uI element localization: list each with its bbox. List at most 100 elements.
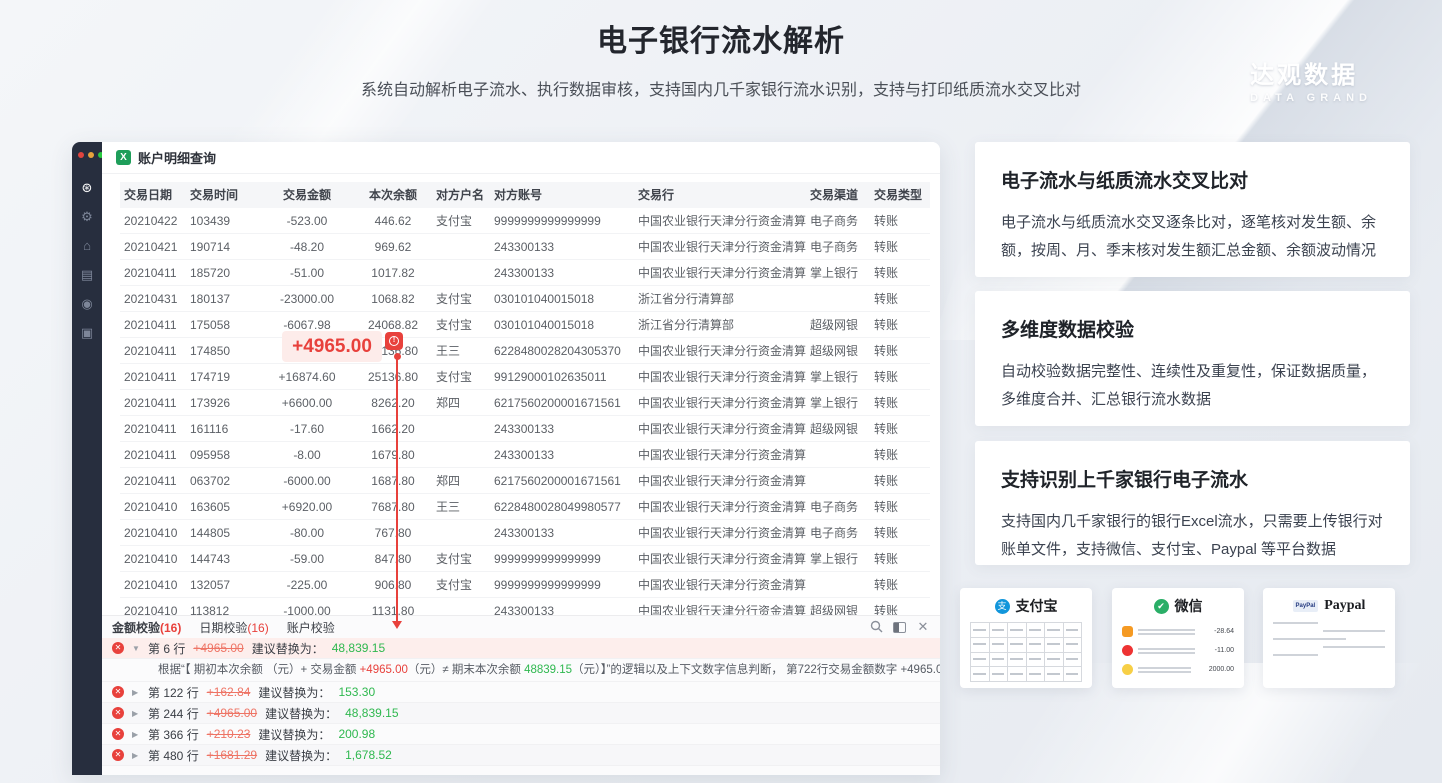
alipay-label: 支付宝 bbox=[1016, 596, 1058, 616]
table-cell: 906.80 bbox=[354, 572, 432, 598]
table-row[interactable]: 20210410113812-1000.001131.80243300133中国… bbox=[120, 598, 930, 615]
archive-icon[interactable]: ▣ bbox=[79, 325, 95, 341]
table-cell bbox=[432, 442, 490, 468]
table-row[interactable]: 20210411185720-51.001017.82243300133中国农业… bbox=[120, 260, 930, 286]
window-content: X 账户明细查询 交易日期交易时间交易金额本次余额对方户名对方账号交易行交易渠道… bbox=[102, 142, 940, 775]
error-icon: ✕ bbox=[112, 686, 124, 698]
table-row[interactable]: 2021041117485030136.80王三6228480028204305… bbox=[120, 338, 930, 364]
table-cell: 转账 bbox=[870, 442, 930, 468]
table-row[interactable]: 20210411173926+6600.008262.20郑四621756020… bbox=[120, 390, 930, 416]
sample-cell bbox=[1027, 653, 1046, 668]
excel-file-icon: X bbox=[116, 150, 131, 165]
brand-logo: 达观数据 DATA GRAND bbox=[1250, 55, 1372, 104]
alipay-sample-table bbox=[970, 622, 1082, 682]
table-cell bbox=[432, 416, 490, 442]
validation-row[interactable]: ✕▶第 244 行+4965.00建议替换为：48,839.15 bbox=[102, 703, 940, 724]
table-row[interactable]: 20210410144805-80.00767.80243300133中国农业银… bbox=[120, 520, 930, 546]
table-cell: 6228480028049980577 bbox=[490, 494, 634, 520]
table-cell: 030101040015018 bbox=[490, 312, 634, 338]
table-cell: 243300133 bbox=[490, 234, 634, 260]
suggestion-label: 建议替换为： bbox=[252, 640, 324, 657]
table-cell: +6600.00 bbox=[260, 390, 354, 416]
table-cell: 中国农业银行天津分行资金清算中心 bbox=[634, 468, 806, 494]
table-row[interactable]: 20210411161116-17.601662.20243300133中国农业… bbox=[120, 416, 930, 442]
close-window-button[interactable] bbox=[78, 152, 84, 158]
table-cell: 113812 bbox=[186, 598, 260, 615]
table-cell: 7687.80 bbox=[354, 494, 432, 520]
sidebar: ⊛ ⚙ ⌂ ▤ ◉ ▣ bbox=[72, 142, 102, 775]
chevron-right-icon[interactable]: ▶ bbox=[132, 751, 140, 760]
column-header: 交易类型 bbox=[870, 182, 930, 208]
validation-row[interactable]: ✕▶第 122 行+162.84建议替换为：153.30 bbox=[102, 682, 940, 703]
transaction-table-body: 20210422103439-523.00446.62支付宝9999999999… bbox=[120, 208, 930, 615]
table-cell: 20210410 bbox=[120, 494, 186, 520]
sample-cell bbox=[1045, 638, 1064, 653]
chevron-right-icon[interactable]: ▶ bbox=[132, 730, 140, 739]
search-icon[interactable] bbox=[869, 620, 883, 634]
paypal-sample-card: PayPal Paypal bbox=[1263, 588, 1395, 688]
validation-tab-日期校验[interactable]: 日期校验(16) bbox=[199, 619, 268, 636]
table-cell: 中国农业银行天津分行资金清算中心 bbox=[634, 234, 806, 260]
home-icon[interactable]: ⌂ bbox=[79, 238, 95, 254]
table-row[interactable]: 20210431180137-23000.001068.82支付宝0301010… bbox=[120, 286, 930, 312]
table-row[interactable]: 20210410132057-225.00906.80支付宝9999999999… bbox=[120, 572, 930, 598]
table-cell bbox=[806, 468, 870, 494]
lock-icon[interactable]: ◉ bbox=[79, 296, 95, 312]
tab-label: 账户校验 bbox=[287, 621, 335, 635]
table-cell: 中国农业银行天津分行资金清算中心 bbox=[634, 572, 806, 598]
validation-row[interactable]: ✕▶第 480 行+1681.29建议替换为：1,678.52 bbox=[102, 745, 940, 766]
sample-cell bbox=[1008, 667, 1027, 682]
warning-badge-icon[interactable]: ! bbox=[385, 332, 403, 350]
apps-icon[interactable]: ⊛ bbox=[79, 180, 95, 196]
transaction-table: 交易日期交易时间交易金额本次余额对方户名对方账号交易行交易渠道交易类型 2021… bbox=[120, 182, 930, 615]
table-cell: 6217560200001671561 bbox=[490, 468, 634, 494]
table-row[interactable]: 20210411175058-6067.9824068.82支付宝0301010… bbox=[120, 312, 930, 338]
table-cell: 电子商务 bbox=[806, 520, 870, 546]
table-cell: 20210411 bbox=[120, 364, 186, 390]
validation-row[interactable]: ✕▶第 366 行+210.23建议替换为：200.98 bbox=[102, 724, 940, 745]
table-cell: 174719 bbox=[186, 364, 260, 390]
table-cell: 20210411 bbox=[120, 260, 186, 286]
chevron-right-icon[interactable]: ▶ bbox=[132, 688, 140, 697]
sidebar-icons: ⊛ ⚙ ⌂ ▤ ◉ ▣ bbox=[72, 180, 102, 341]
brand-logo-en: DATA GRAND bbox=[1250, 92, 1372, 104]
minimize-window-button[interactable] bbox=[88, 152, 94, 158]
column-header: 对方户名 bbox=[432, 182, 490, 208]
table-row[interactable]: 20210411095958-8.001679.80243300133中国农业银… bbox=[120, 442, 930, 468]
table-cell: 转账 bbox=[870, 338, 930, 364]
detail-wrong-amount: +4965.00 bbox=[360, 664, 408, 676]
validation-rows: ✕▼第 6 行+4965.00建议替换为：48,839.15根据“【 期初本次余… bbox=[102, 638, 940, 766]
sample-cell bbox=[1027, 638, 1046, 653]
table-cell: 转账 bbox=[870, 208, 930, 234]
table-cell: 中国农业银行天津分行资金清算中心 bbox=[634, 442, 806, 468]
table-cell: 1687.80 bbox=[354, 468, 432, 494]
wechat-label: 微信 bbox=[1175, 596, 1203, 616]
panel-layout-icon[interactable] bbox=[893, 622, 906, 633]
table-cell: -1000.00 bbox=[260, 598, 354, 615]
document-tabbar: X 账户明细查询 bbox=[102, 142, 940, 174]
validation-row[interactable]: ✕▼第 6 行+4965.00建议替换为：48,839.15 bbox=[102, 638, 940, 659]
validation-tab-账户校验[interactable]: 账户校验 bbox=[287, 619, 335, 636]
chevron-down-icon[interactable]: ▼ bbox=[132, 644, 140, 653]
table-row[interactable]: 20210410163605+6920.007687.80王三622848002… bbox=[120, 494, 930, 520]
receipt-line bbox=[1273, 622, 1318, 624]
table-row[interactable]: 20210411174719+16874.6025136.80支付宝991290… bbox=[120, 364, 930, 390]
sample-cell bbox=[1008, 653, 1027, 668]
table-cell: 20210410 bbox=[120, 546, 186, 572]
document-icon[interactable]: ▤ bbox=[79, 267, 95, 283]
table-row[interactable]: 20210410144743-59.00847.80支付宝99999999999… bbox=[120, 546, 930, 572]
feature-title: 支持识别上千家银行电子流水 bbox=[1001, 465, 1384, 492]
receipt-line bbox=[1323, 630, 1385, 632]
table-row[interactable]: 20210411063702-6000.001687.80郑四621756020… bbox=[120, 468, 930, 494]
settings-icon[interactable]: ⚙ bbox=[79, 209, 95, 225]
receipt-line bbox=[1273, 638, 1346, 640]
table-cell: 20210410 bbox=[120, 572, 186, 598]
close-panel-icon[interactable]: ✕ bbox=[916, 620, 930, 634]
chevron-right-icon[interactable]: ▶ bbox=[132, 709, 140, 718]
table-row[interactable]: 20210422103439-523.00446.62支付宝9999999999… bbox=[120, 208, 930, 234]
column-header: 交易行 bbox=[634, 182, 806, 208]
table-cell: 243300133 bbox=[490, 442, 634, 468]
table-cell: 王三 bbox=[432, 494, 490, 520]
validation-tab-金额校验[interactable]: 金额校验(16) bbox=[112, 619, 181, 636]
table-row[interactable]: 20210421190714-48.20969.62243300133中国农业银… bbox=[120, 234, 930, 260]
